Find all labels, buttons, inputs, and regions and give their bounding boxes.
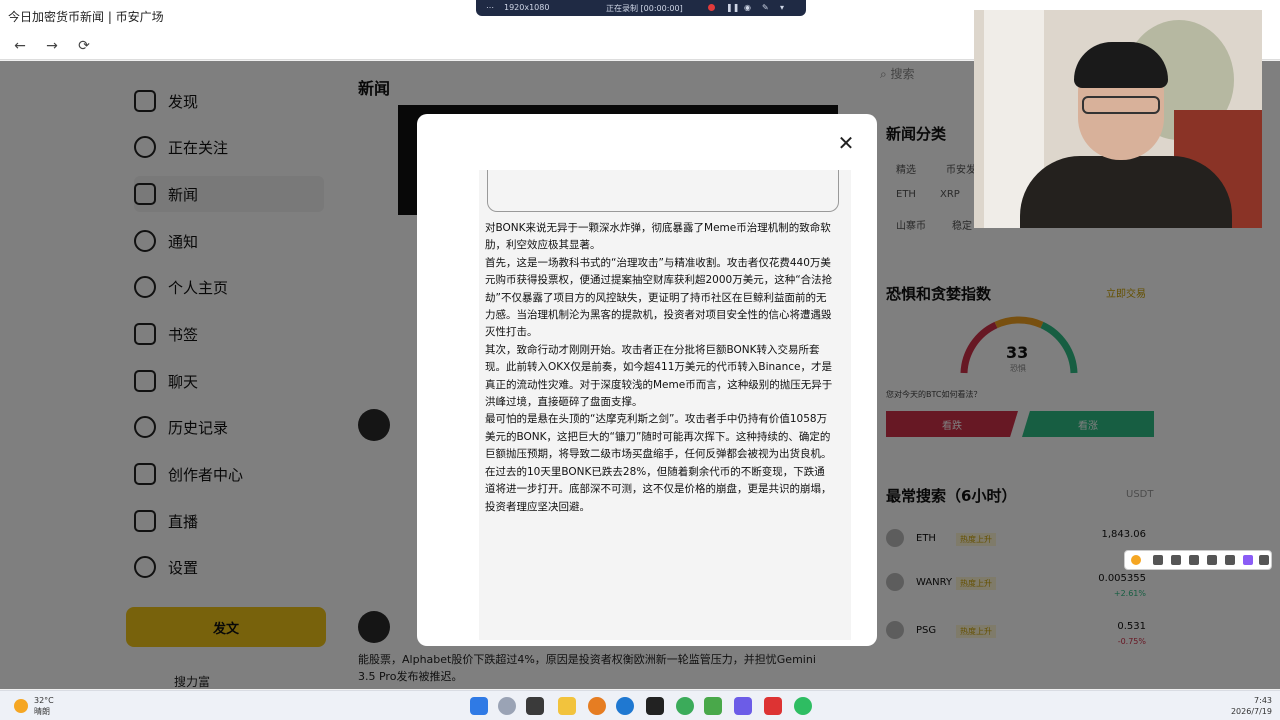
article-paragraph: 首先，这是一场教科书式的“治理攻击”与精准收割。攻击者仅花费440万美元购币获得… — [485, 256, 833, 339]
presenter-torso — [1020, 156, 1232, 228]
presenter-glasses — [1082, 96, 1160, 114]
copy-icon[interactable] — [1225, 555, 1235, 565]
system-clock[interactable]: 7:43 2026/7/19 — [1228, 695, 1272, 717]
app-icon[interactable] — [704, 697, 722, 715]
task-view-icon[interactable] — [526, 697, 544, 715]
taskbar: 32°C 晴朗 7:43 2026/7/19 — [0, 690, 1280, 720]
recorder-status: 正在录制 [00:00:00] — [606, 4, 683, 13]
recorder-menu-icon[interactable]: ⋯ — [486, 3, 494, 12]
camera-icon[interactable]: ◉ — [744, 3, 751, 12]
forward-button[interactable]: → — [42, 36, 62, 56]
file-explorer-icon[interactable] — [558, 697, 576, 715]
article-paragraph: 在过去的10天里BONK已跌去28%，但随着剩余代币的不断变现，下跌通道将进一步… — [485, 465, 832, 513]
article-paragraph: 最可怕的是悬在头顶的“达摩克利斯之剑”。攻击者手中仍持有价值1058万美元的BO… — [485, 413, 832, 461]
collapse-icon[interactable]: ▾ — [780, 3, 784, 12]
cursor-icon[interactable] — [1171, 555, 1181, 565]
modal-scroll-area[interactable]: 对BONK来说无异于一颗深水炸弹，彻底暴露了Meme币治理机制的致命软肋，利空效… — [479, 170, 851, 640]
magic-icon[interactable] — [1243, 555, 1253, 565]
download-icon[interactable] — [1189, 555, 1199, 565]
binance-icon[interactable] — [646, 697, 664, 715]
screen-recorder-toolbar[interactable]: ⋯ 1920x1080 正在录制 [00:00:00] ❚❚ ◉ ✎ ▾ — [476, 0, 806, 16]
app-icon[interactable] — [734, 697, 752, 715]
screenshot-icon[interactable] — [1207, 555, 1217, 565]
article-paragraph: 对BONK来说无异于一颗深水炸弹，彻底暴露了Meme币治理机制的致命软肋，利空效… — [485, 222, 831, 252]
app-logo-icon[interactable] — [1131, 555, 1141, 565]
pen-icon[interactable]: ✎ — [762, 3, 769, 12]
weather-temp: 32°C — [34, 696, 54, 705]
ai-icon[interactable] — [1259, 555, 1269, 565]
search-icon[interactable] — [498, 697, 516, 715]
edge-icon[interactable] — [616, 697, 634, 715]
reload-button[interactable]: ⟳ — [74, 36, 94, 56]
article-text: 对BONK来说无异于一颗深水炸弹，彻底暴露了Meme币治理机制的致命软肋，利空效… — [485, 220, 835, 516]
app-icon[interactable] — [588, 697, 606, 715]
wechat-icon[interactable] — [794, 697, 812, 715]
chrome-icon[interactable] — [676, 697, 694, 715]
article-modal: ✕ 对BONK来说无异于一颗深水炸弹，彻底暴露了Meme币治理机制的致命软肋，利… — [417, 114, 877, 646]
back-button[interactable]: ← — [10, 36, 30, 56]
modal-top-card — [487, 170, 839, 212]
recorder-icon[interactable] — [764, 697, 782, 715]
record-stop-icon[interactable] — [708, 4, 715, 11]
floating-toolbar[interactable] — [1124, 550, 1272, 570]
recorder-resolution: 1920x1080 — [504, 3, 550, 12]
start-icon[interactable] — [470, 697, 488, 715]
weather-desc: 晴朗 — [34, 707, 50, 716]
translate-icon[interactable] — [1153, 555, 1163, 565]
article-paragraph: 其次，致命行动才刚刚开始。攻击者正在分批将巨额BONK转入交易所套现。此前转入O… — [485, 343, 833, 409]
weather-icon[interactable] — [14, 699, 28, 713]
pause-icon[interactable]: ❚❚ — [726, 3, 739, 12]
window-title: 今日加密货币新闻 | 币安广场 — [8, 10, 164, 24]
webcam-overlay — [974, 10, 1262, 228]
close-button[interactable]: ✕ — [835, 132, 857, 154]
